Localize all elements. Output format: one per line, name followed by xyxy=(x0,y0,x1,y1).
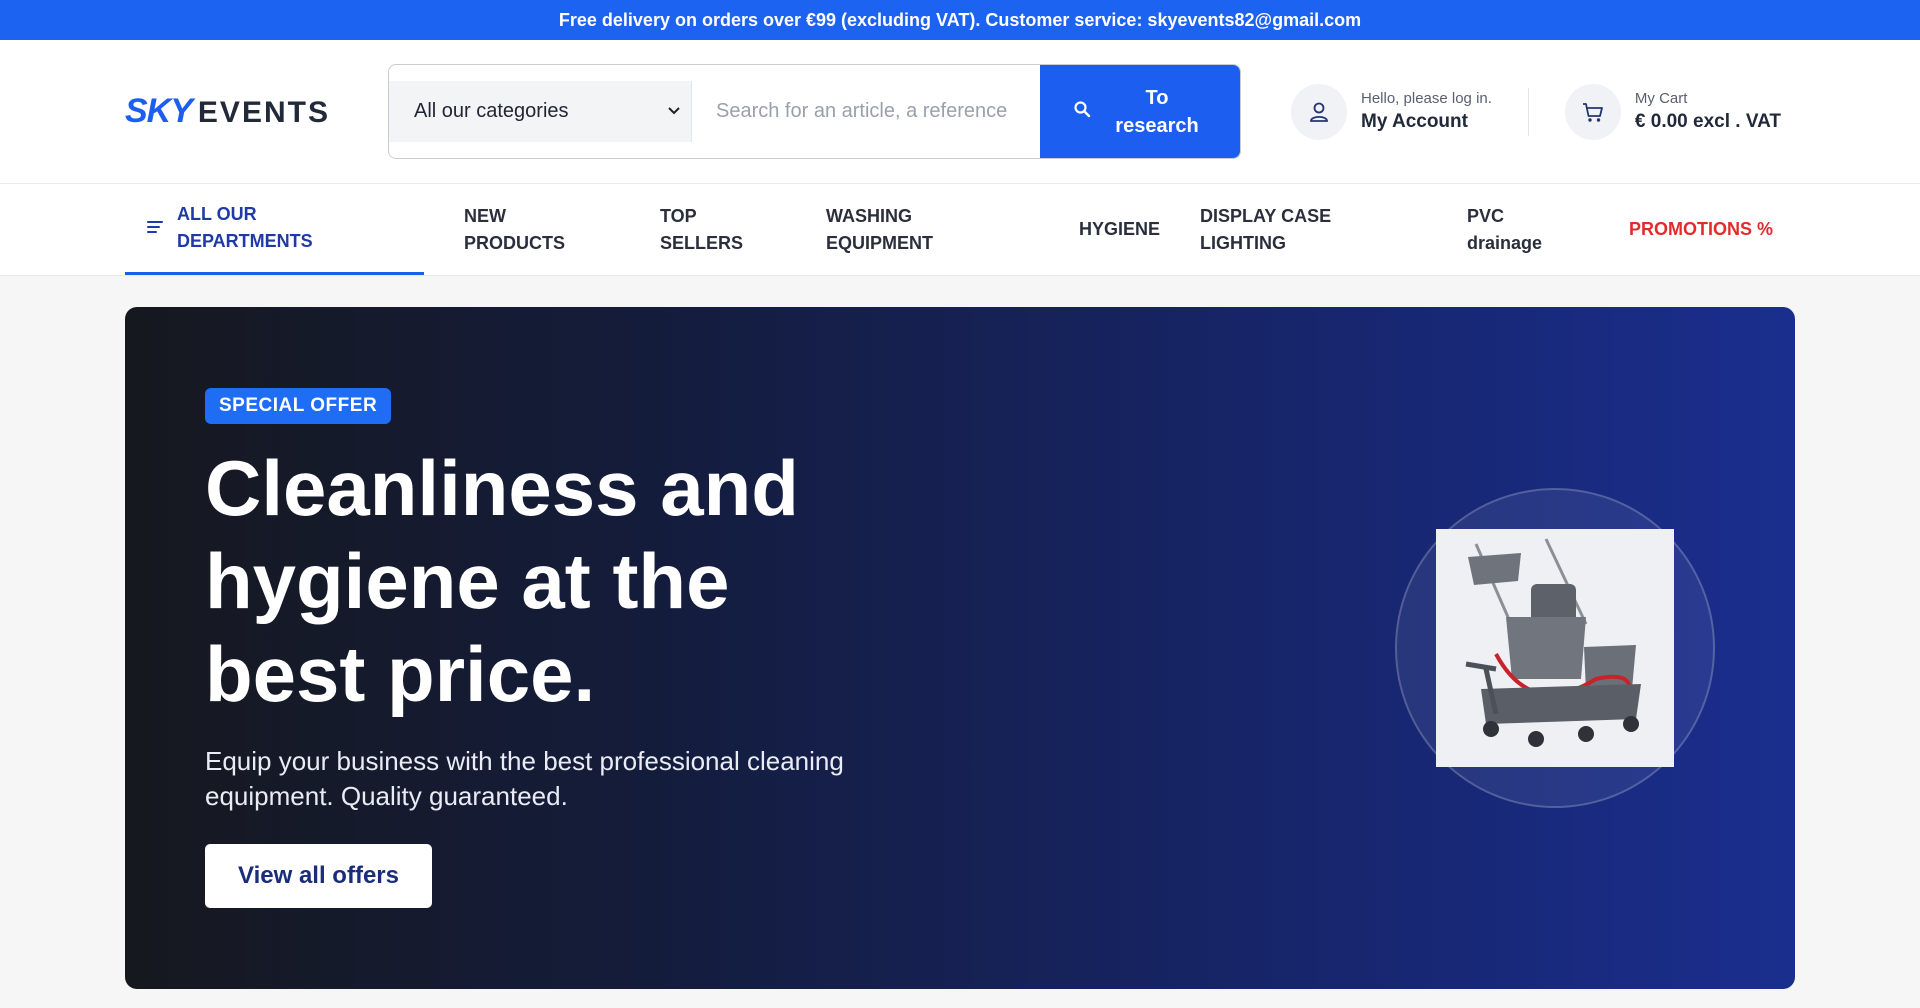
nav-display-case-lighting[interactable]: DISPLAY CASE LIGHTING xyxy=(1200,184,1360,275)
nav-top-sellers[interactable]: TOP SELLERS xyxy=(660,184,750,275)
nav-all-departments[interactable]: ALL OUR DEPARTMENTS xyxy=(125,184,424,275)
account-link[interactable]: Hello, please log in. My Account xyxy=(1291,83,1529,140)
special-offer-badge: SPECIAL OFFER xyxy=(205,388,392,424)
nav-promotions[interactable]: PROMOTIONS % xyxy=(1629,184,1779,275)
main-nav: ALL OUR DEPARTMENTS NEW PRODUCTS TOP SEL… xyxy=(0,184,1920,276)
search-icon xyxy=(1073,98,1091,126)
search-input[interactable] xyxy=(692,65,1040,158)
view-all-offers-button[interactable]: View all offers xyxy=(205,844,432,908)
nav-new-products[interactable]: NEW PRODUCTS xyxy=(464,184,574,275)
nav-washing-equipment[interactable]: WASHING EQUIPMENT xyxy=(826,184,956,275)
nav-item-label: TOP SELLERS xyxy=(660,205,744,253)
cart-link[interactable]: My Cart € 0.00 excl . VAT xyxy=(1564,83,1782,140)
site-header: SKY EVENTS All our categories To researc… xyxy=(0,40,1920,184)
menu-icon xyxy=(147,215,163,242)
logo-primary: SKY xyxy=(125,92,193,130)
hero-title: Cleanliness and hygiene at the best pric… xyxy=(205,444,799,718)
announcement-text: Free delivery on orders over €99 (exclud… xyxy=(558,9,1362,30)
hero-banner: SPECIAL OFFER Cleanliness and hygiene at… xyxy=(125,307,1795,989)
announcement-bar: Free delivery on orders over €99 (exclud… xyxy=(0,0,1920,40)
account-label: My Account xyxy=(1361,111,1468,132)
nav-pvc-drainage[interactable]: PVC drainage xyxy=(1467,184,1567,275)
search-button[interactable]: To research xyxy=(1040,65,1240,158)
nav-item-label: DISPLAY CASE LIGHTING xyxy=(1200,205,1332,253)
cart-icon xyxy=(1564,83,1621,140)
logo[interactable]: SKY EVENTS xyxy=(125,92,388,131)
search-bar: All our categories To research xyxy=(388,64,1241,159)
nav-item-label: NEW PRODUCTS xyxy=(464,205,566,253)
search-button-label: To research xyxy=(1115,86,1199,137)
chevron-down-icon xyxy=(667,103,681,120)
hero-subtitle: Equip your business with the best profes… xyxy=(205,746,844,811)
cart-label: My Cart xyxy=(1634,90,1688,107)
category-select[interactable]: All our categories xyxy=(389,81,692,142)
user-icon xyxy=(1291,83,1347,140)
nav-item-label: HYGIENE xyxy=(1079,219,1161,239)
nav-hygiene[interactable]: HYGIENE xyxy=(1079,184,1160,275)
nav-item-label: WASHING EQUIPMENT xyxy=(826,205,934,253)
cart-total: € 0.00 excl . VAT xyxy=(1634,111,1782,132)
category-select-value: All our categories xyxy=(414,100,569,122)
nav-departments-label: ALL OUR DEPARTMENTS xyxy=(177,204,313,251)
account-greeting: Hello, please log in. xyxy=(1361,90,1492,107)
logo-secondary: EVENTS xyxy=(197,96,330,129)
nav-item-label: PVC drainage xyxy=(1467,205,1543,253)
nav-item-label: PROMOTIONS % xyxy=(1629,219,1774,239)
cleaning-trolley-image xyxy=(1436,529,1674,767)
